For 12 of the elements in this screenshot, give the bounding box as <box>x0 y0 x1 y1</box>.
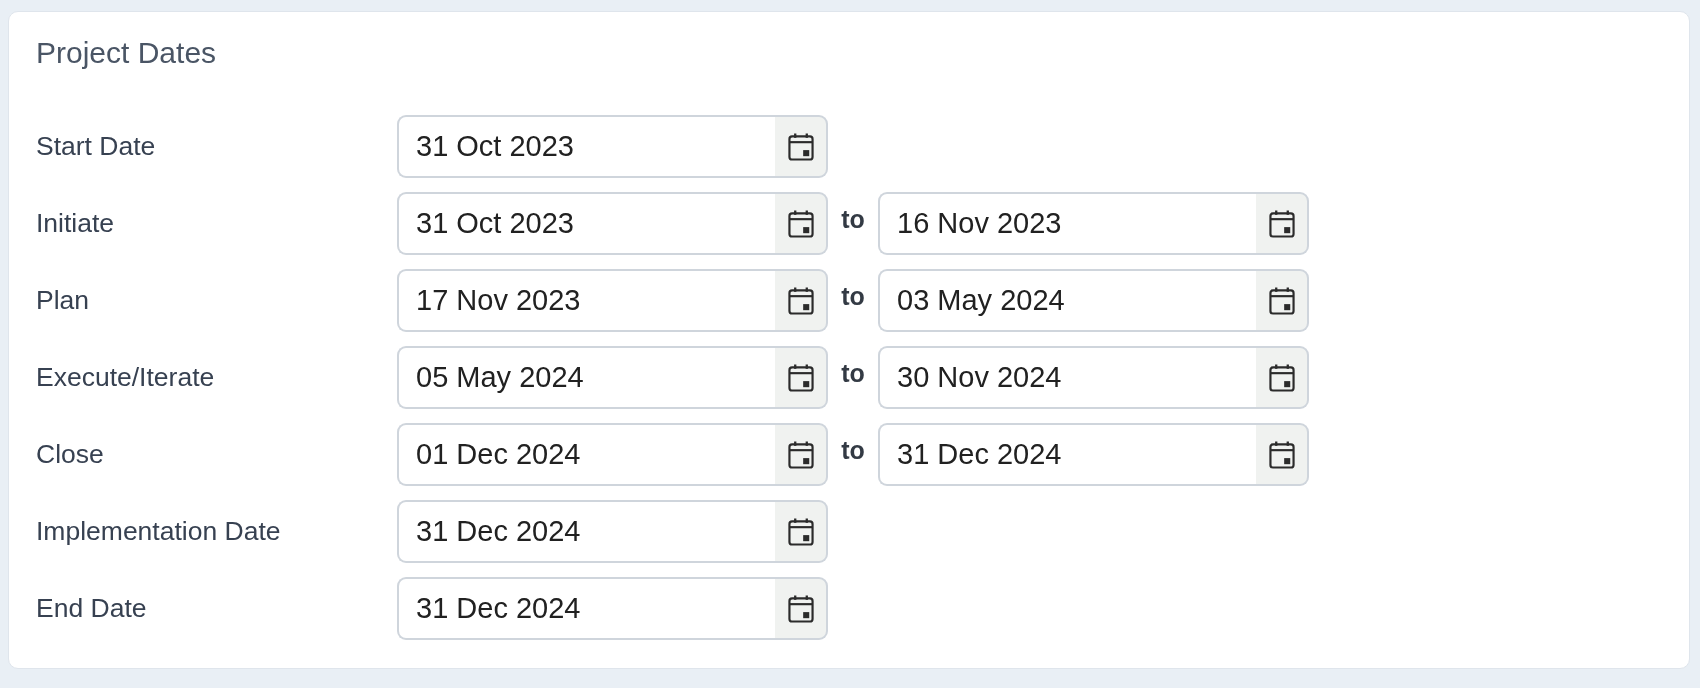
field-label: Plan <box>36 285 90 316</box>
field-label: Start Date <box>36 131 156 162</box>
panel-title: Project Dates <box>36 35 217 71</box>
field-label: End Date <box>36 593 147 624</box>
field-label: Execute/Iterate <box>36 362 215 393</box>
range-separator: to <box>841 358 865 388</box>
field-label: Initiate <box>36 208 115 239</box>
field-label: Close <box>36 439 104 470</box>
range-separator: to <box>841 435 865 465</box>
range-separator: to <box>841 204 865 234</box>
range-separator: to <box>841 281 865 311</box>
field-label: Implementation Date <box>36 516 281 547</box>
